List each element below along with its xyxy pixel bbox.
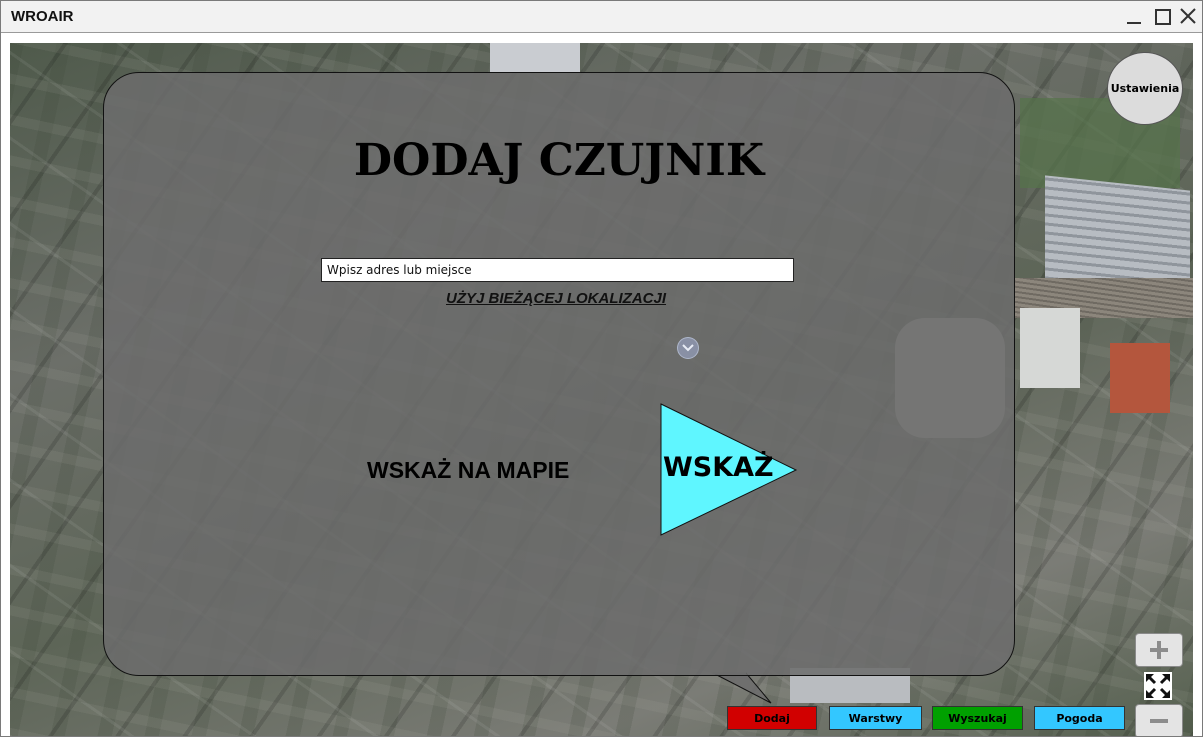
chevron-down-icon[interactable] — [677, 337, 699, 359]
plus-icon — [1150, 641, 1168, 659]
settings-button[interactable]: Ustawienia — [1107, 52, 1183, 125]
map-mall — [1020, 308, 1080, 388]
pick-on-map-button[interactable]: WSKAŻ — [659, 402, 799, 538]
settings-label: Ustawienia — [1110, 82, 1180, 95]
add-sensor-panel: DODAJ CZUJNIK UŻYJ BIEŻĄCEJ LOKALIZACJI … — [103, 72, 1015, 676]
layers-button[interactable]: Warstwy — [829, 706, 922, 730]
panel-title: DODAJ CZUJNIK — [353, 135, 765, 186]
app-window: WROAIR DODAJ CZUJNIK UŻYJ BIEŻĄCEJ LOKAL… — [0, 0, 1203, 737]
weather-button[interactable]: Pogoda — [1034, 706, 1125, 730]
fullscreen-button[interactable] — [1144, 672, 1172, 700]
minimize-icon[interactable] — [1125, 7, 1143, 25]
search-button-label: Wyszukaj — [948, 711, 1007, 725]
title-bar: WROAIR — [1, 1, 1202, 33]
add-button[interactable]: Dodaj — [727, 706, 817, 730]
map-red-roof-building — [1110, 343, 1170, 413]
use-current-location-link[interactable]: UŻYJ BIEŻĄCEJ LOKALIZACJI — [446, 290, 666, 307]
map-building — [490, 43, 580, 73]
app-title: WROAIR — [11, 8, 74, 25]
minus-icon — [1150, 712, 1168, 730]
pick-on-map-label: WSKAŻ NA MAPIE — [367, 457, 570, 483]
zoom-out-button[interactable] — [1135, 704, 1183, 736]
pick-button-label: WSKAŻ — [663, 452, 774, 483]
address-search-input[interactable] — [321, 258, 794, 282]
add-button-label: Dodaj — [754, 711, 790, 725]
maximize-icon[interactable] — [1153, 7, 1171, 25]
close-icon[interactable] — [1179, 7, 1197, 25]
fullscreen-icon — [1144, 672, 1172, 700]
zoom-in-button[interactable] — [1135, 633, 1183, 667]
layers-button-label: Warstwy — [848, 711, 903, 725]
search-button[interactable]: Wyszukaj — [932, 706, 1023, 730]
weather-button-label: Pogoda — [1056, 711, 1103, 725]
